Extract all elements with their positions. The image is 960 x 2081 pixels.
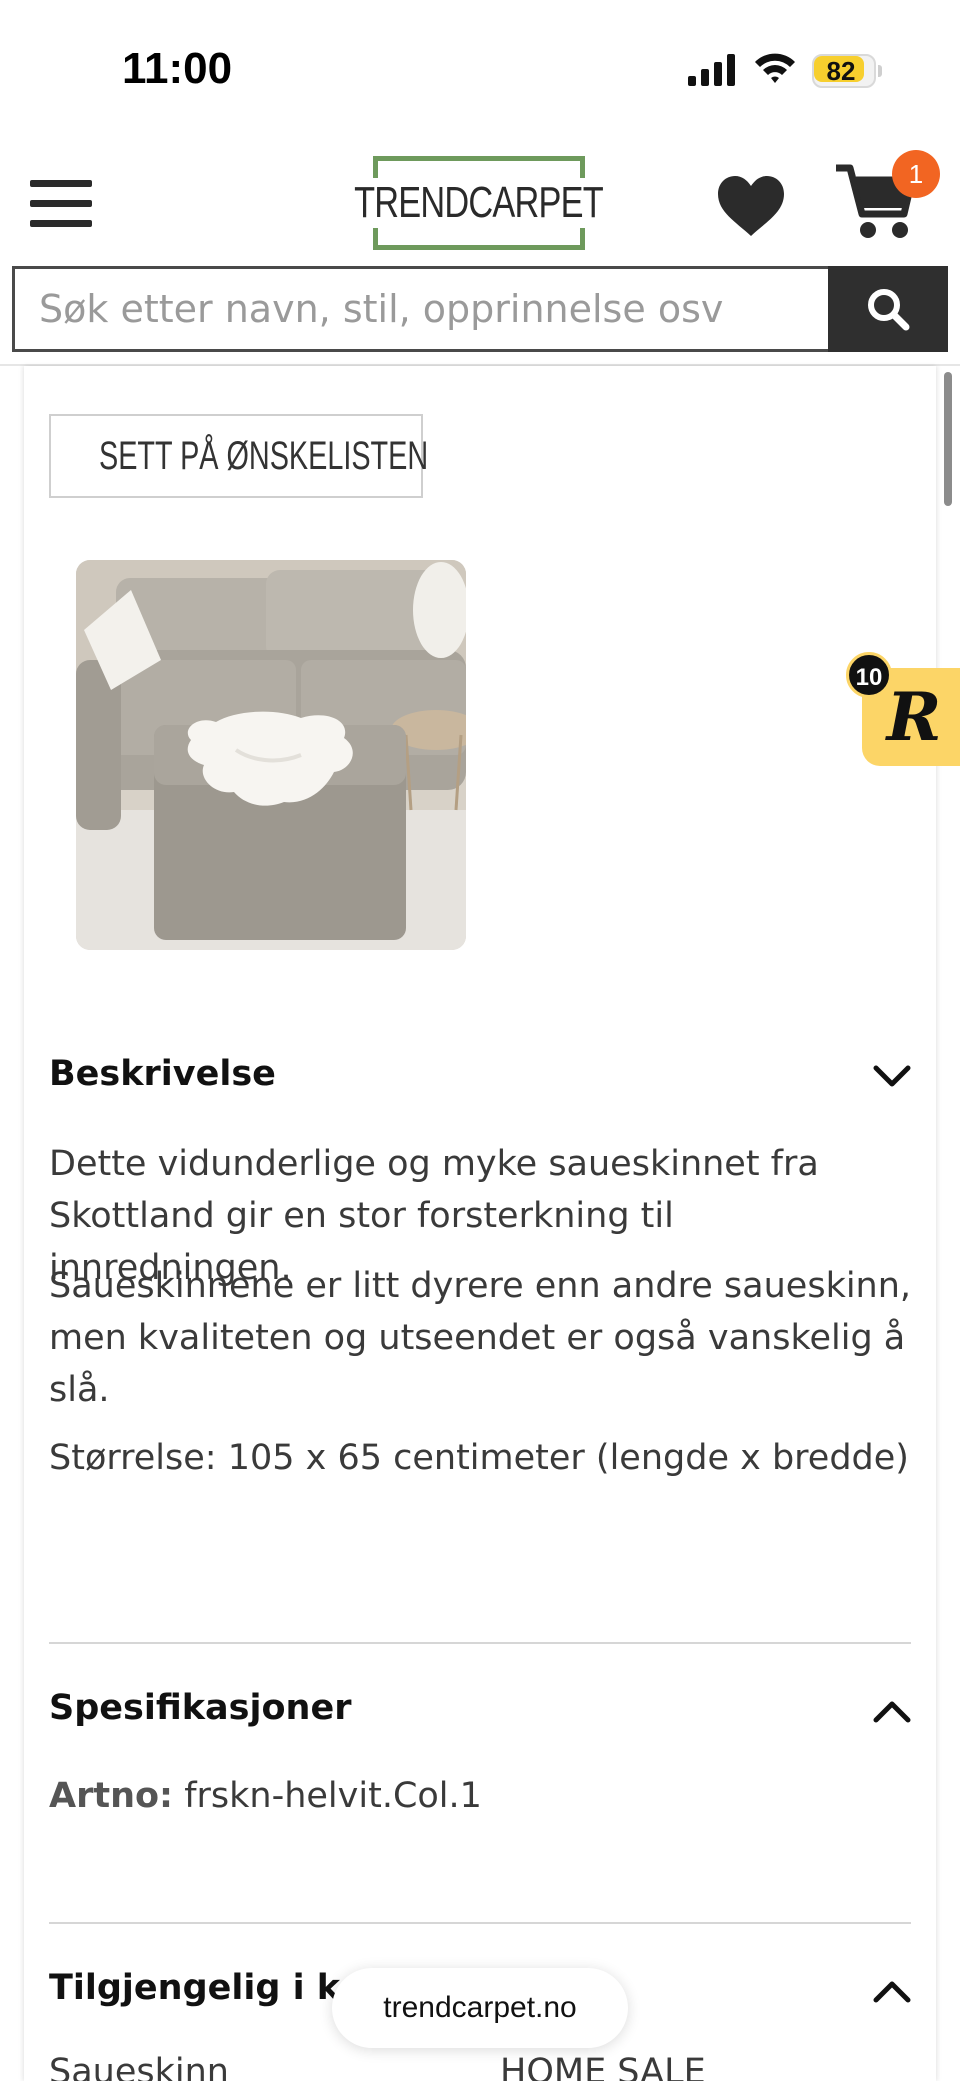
- category-link[interactable]: HOME SALE: [500, 2052, 706, 2081]
- search-icon: [868, 289, 910, 331]
- battery-level: 82: [826, 56, 856, 86]
- wishlist-label: SETT PÅ ØNSKELISTEN: [99, 433, 429, 478]
- spec-artno: Artno: frskn-helvit.Col.1: [49, 1776, 482, 1816]
- rewards-count-badge: 10: [846, 652, 892, 698]
- description-paragraph: Størrelse: 105 x 65 centimeter (lengde x…: [49, 1438, 909, 1478]
- section-divider: [49, 1922, 911, 1924]
- chevron-down-icon[interactable]: [872, 1064, 912, 1090]
- add-to-wishlist-button[interactable]: SETT PÅ ØNSKELISTEN: [49, 414, 428, 498]
- category-link[interactable]: Saueskinn: [49, 2052, 229, 2081]
- cart-count-badge: 1: [892, 150, 940, 198]
- search-button[interactable]: [828, 266, 948, 352]
- categories-title[interactable]: Tilgjengelig i kat: [49, 1968, 380, 2008]
- logo-text: TRENDCARPET: [351, 178, 607, 228]
- rewards-letter: R: [886, 678, 942, 756]
- status-time: 11:00: [122, 44, 233, 93]
- signal-icon: [688, 54, 735, 86]
- section-divider: [49, 1642, 911, 1644]
- description-title[interactable]: Beskrivelse: [49, 1054, 276, 1094]
- site-header: TRENDCARPET: [0, 140, 960, 264]
- chevron-up-icon[interactable]: [872, 1698, 912, 1724]
- browser-url-bar[interactable]: trendcarpet.no: [332, 1968, 628, 2048]
- wifi-icon: [755, 53, 795, 83]
- search-bar: [12, 266, 948, 352]
- spec-artno-label: Artno:: [49, 1776, 174, 1816]
- chevron-up-icon[interactable]: [872, 1978, 912, 2004]
- spec-artno-value: frskn-helvit.Col.1: [184, 1776, 482, 1816]
- heart-icon[interactable]: [716, 174, 786, 238]
- battery-icon: 82: [812, 54, 882, 88]
- product-content: SETT PÅ ØNSKELISTEN Beskrivelse Dette vi…: [24, 366, 936, 2081]
- product-image[interactable]: [76, 560, 466, 950]
- search-input[interactable]: [12, 266, 828, 352]
- scrollbar[interactable]: [944, 372, 952, 506]
- description-paragraph: Saueskinnene er litt dyrere enn andre sa…: [49, 1266, 912, 1410]
- menu-icon[interactable]: [30, 180, 92, 228]
- status-bar: 11:00 82: [0, 0, 960, 130]
- specifications-title[interactable]: Spesifikasjoner: [49, 1688, 351, 1728]
- site-logo[interactable]: TRENDCARPET: [351, 156, 607, 250]
